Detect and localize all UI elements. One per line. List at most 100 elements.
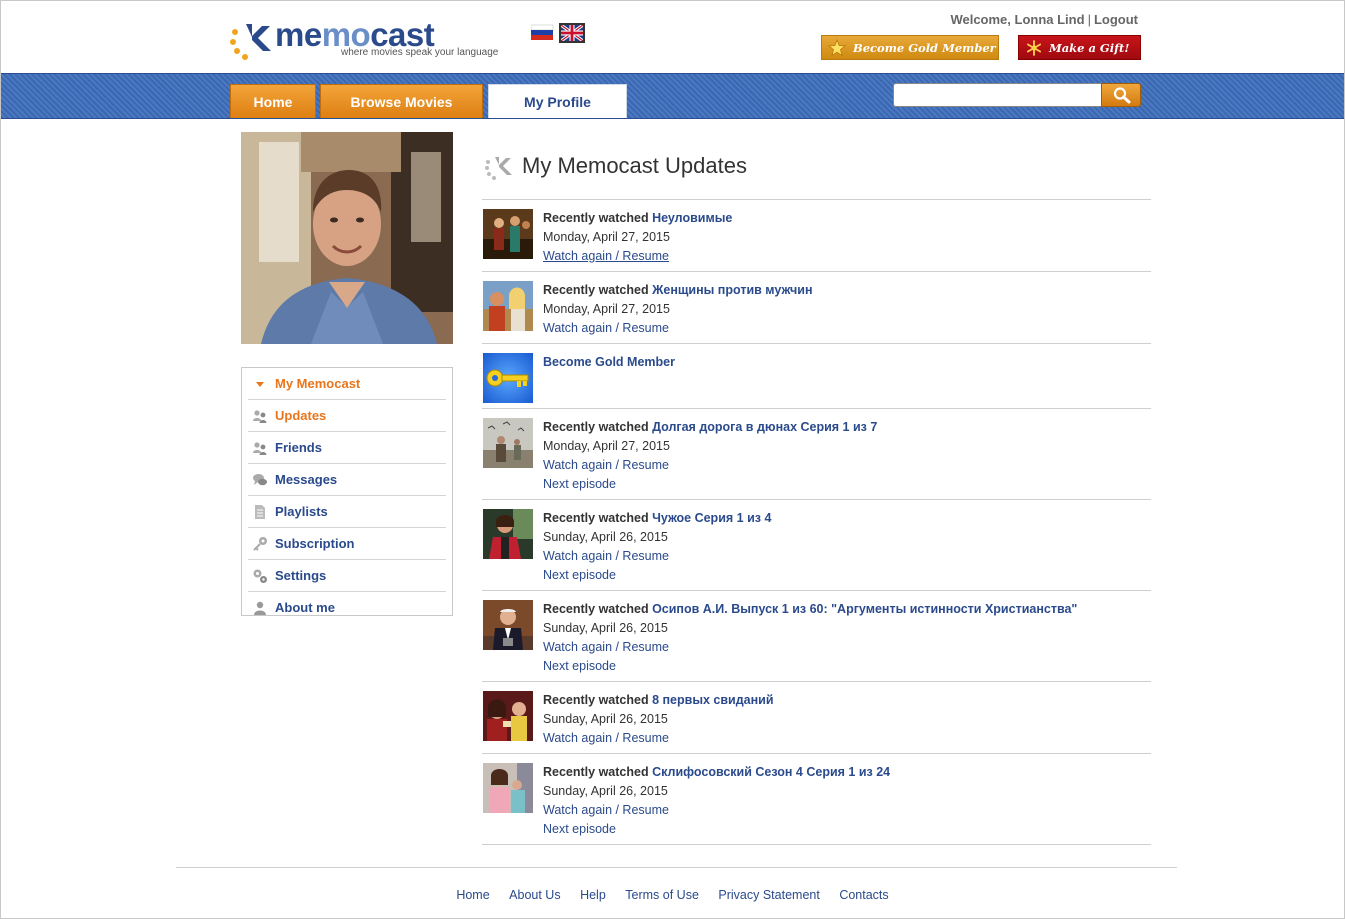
memocast-logo[interactable]: memocast where movies speak your languag…	[229, 16, 519, 64]
user-bar-separator: |	[1087, 12, 1091, 27]
sidebar-item-friends[interactable]: Friends	[248, 432, 446, 464]
next-episode-link[interactable]: Next episode	[543, 477, 616, 491]
feed-item-prefix: Recently watched	[543, 211, 649, 225]
movie-thumbnail[interactable]	[483, 509, 533, 559]
gold-key-thumbnail[interactable]	[483, 353, 533, 403]
tab-browse-movies[interactable]: Browse Movies	[320, 84, 483, 118]
feed-item-text: Recently watched Чужое Серия 1 из 4 Sund…	[543, 509, 771, 585]
footer-link-about-us[interactable]: About Us	[509, 888, 560, 902]
movie-thumbnail[interactable]	[483, 281, 533, 331]
sidebar-item-label: Updates	[275, 408, 327, 423]
movie-title-link[interactable]: Осипов А.И. Выпуск 1 из 60: "Аргументы и…	[652, 602, 1077, 616]
footer-link-help[interactable]: Help	[580, 888, 606, 902]
profile-avatar[interactable]	[241, 132, 453, 344]
tab-my-profile[interactable]: My Profile	[488, 84, 627, 118]
become-gold-member-link[interactable]: Become Gold Member	[543, 355, 675, 369]
make-a-gift-button[interactable]: Make a Gift!	[1018, 35, 1141, 60]
sidebar-item-settings[interactable]: Settings	[248, 560, 446, 592]
russian-flag-icon[interactable]	[531, 23, 557, 43]
people-icon	[253, 410, 267, 423]
sidebar-item-messages[interactable]: Messages	[248, 464, 446, 496]
footer-nav: Home About Us Help Terms of Use Privacy …	[1, 888, 1344, 902]
people-icon	[253, 442, 267, 455]
feed-item-date: Sunday, April 26, 2015	[543, 530, 668, 544]
feed-item-prefix: Recently watched	[543, 693, 649, 707]
watch-again-link[interactable]: Watch again / Resume	[543, 640, 669, 654]
sidebar-item-my-memocast[interactable]: My Memocast	[248, 368, 446, 400]
sidebar-item-label: Friends	[275, 440, 322, 455]
feed-item-prefix: Recently watched	[543, 511, 649, 525]
sidebar-item-label: Settings	[275, 568, 327, 583]
feed-item-date: Monday, April 27, 2015	[543, 439, 670, 453]
document-icon	[255, 505, 265, 519]
footer-link-privacy-statement[interactable]: Privacy Statement	[718, 888, 819, 902]
feed-item-text: Recently watched Осипов А.И. Выпуск 1 из…	[543, 600, 1077, 676]
footer-link-home[interactable]: Home	[456, 888, 489, 902]
sidebar-item-updates[interactable]: Updates	[248, 400, 446, 432]
profile-side-nav: My Memocast Updates Friends Messages Pla…	[241, 367, 453, 616]
movie-title-link[interactable]: Женщины против мужчин	[652, 283, 812, 297]
feed-item-prefix: Recently watched	[543, 283, 649, 297]
list-item: Recently watched Осипов А.И. Выпуск 1 из…	[482, 591, 1151, 682]
sidebar-item-subscription[interactable]: Subscription	[248, 528, 446, 560]
memocast-logo-icon	[230, 24, 271, 60]
next-episode-link[interactable]: Next episode	[543, 568, 616, 582]
key-icon	[253, 537, 267, 551]
magnifier-icon	[1113, 87, 1131, 104]
feed-item-text: Become Gold Member	[543, 353, 675, 372]
movie-title-link[interactable]: Склифосовский Сезон 4 Серия 1 из 24	[652, 765, 890, 779]
list-item: Recently watched Неуловимые Monday, Apri…	[482, 200, 1151, 272]
movie-title-link[interactable]: Долгая дорога в дюнах Серия 1 из 7	[652, 420, 877, 434]
triangle-down-icon	[256, 382, 264, 387]
watch-again-link[interactable]: Watch again / Resume	[543, 458, 669, 472]
feed-item-date: Sunday, April 26, 2015	[543, 712, 668, 726]
footer-link-contacts[interactable]: Contacts	[839, 888, 888, 902]
next-episode-link[interactable]: Next episode	[543, 659, 616, 673]
person-icon	[254, 601, 266, 615]
search-input[interactable]	[893, 83, 1102, 107]
footer-link-terms-of-use[interactable]: Terms of Use	[625, 888, 699, 902]
list-item: Recently watched Женщины против мужчин M…	[482, 272, 1151, 344]
list-item: Recently watched Склифосовский Сезон 4 С…	[482, 754, 1151, 845]
feed-item-date: Sunday, April 26, 2015	[543, 784, 668, 798]
footer-divider	[176, 867, 1177, 868]
feed-item-prefix: Recently watched	[543, 602, 649, 616]
uk-flag-icon[interactable]	[559, 23, 585, 43]
list-item: Become Gold Member	[482, 344, 1151, 409]
sidebar-item-playlists[interactable]: Playlists	[248, 496, 446, 528]
movie-thumbnail[interactable]	[483, 209, 533, 259]
main-nav-bar: Home Browse Movies My Profile	[1, 73, 1344, 119]
tab-home[interactable]: Home	[230, 84, 316, 118]
movie-thumbnail[interactable]	[483, 600, 533, 650]
feed-item-text: Recently watched Неуловимые Monday, Apri…	[543, 209, 732, 266]
list-item: Recently watched 8 первых свиданий Sunda…	[482, 682, 1151, 754]
watch-again-link[interactable]: Watch again / Resume	[543, 321, 669, 335]
movie-thumbnail[interactable]	[483, 763, 533, 813]
movie-title-link[interactable]: 8 первых свиданий	[652, 693, 773, 707]
gears-icon	[253, 569, 267, 583]
feed-item-text: Recently watched 8 первых свиданий Sunda…	[543, 691, 774, 748]
logout-link[interactable]: Logout	[1094, 12, 1138, 27]
chat-bubbles-icon	[253, 474, 267, 486]
watch-again-link[interactable]: Watch again / Resume	[543, 731, 669, 745]
movie-title-link[interactable]: Неуловимые	[652, 211, 732, 225]
sidebar-item-label: My Memocast	[275, 376, 361, 391]
watch-again-link[interactable]: Watch again / Resume	[543, 249, 669, 263]
watch-again-link[interactable]: Watch again / Resume	[543, 549, 669, 563]
next-episode-link[interactable]: Next episode	[543, 822, 616, 836]
make-a-gift-label: Make a Gift!	[1049, 41, 1130, 55]
become-gold-member-label: Become Gold Member	[853, 41, 996, 55]
sidebar-item-about-me[interactable]: About me	[248, 592, 446, 623]
feed-item-prefix: Recently watched	[543, 420, 649, 434]
movie-thumbnail[interactable]	[483, 418, 533, 468]
sidebar-item-label: Subscription	[275, 536, 355, 551]
become-gold-member-button[interactable]: Become Gold Member	[821, 35, 999, 60]
feed-item-text: Recently watched Долгая дорога в дюнах С…	[543, 418, 877, 494]
memocast-logo-icon	[485, 157, 512, 180]
movie-thumbnail[interactable]	[483, 691, 533, 741]
feed-item-date: Monday, April 27, 2015	[543, 302, 670, 316]
movie-title-link[interactable]: Чужое Серия 1 из 4	[652, 511, 771, 525]
search-button[interactable]	[1101, 83, 1141, 107]
feed-item-text: Recently watched Женщины против мужчин M…	[543, 281, 813, 338]
watch-again-link[interactable]: Watch again / Resume	[543, 803, 669, 817]
